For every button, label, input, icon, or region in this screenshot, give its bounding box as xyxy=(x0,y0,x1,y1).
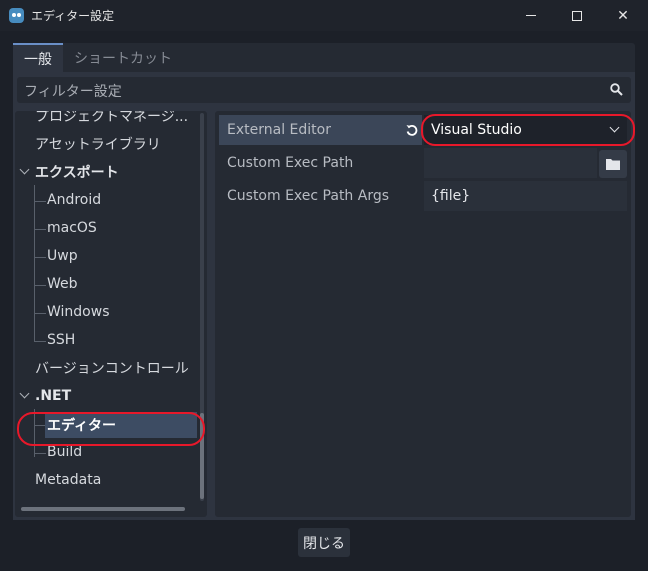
maximize-button[interactable] xyxy=(554,0,600,31)
tree-item-android[interactable]: Android xyxy=(47,187,101,213)
property-label: Custom Exec Path xyxy=(227,155,354,171)
settings-dialog: 一般 ショートカット フィルター設定 プロジェクトマネージ... アセットライブ… xyxy=(0,31,648,571)
main-frame: 一般 ショートカット フィルター設定 プロジェクトマネージ... アセットライブ… xyxy=(13,43,635,520)
settings-tree[interactable]: プロジェクトマネージ... アセットライブラリ エクスポート Android m… xyxy=(15,111,207,517)
title-bar: エディター設定 ✕ xyxy=(0,0,648,31)
tree-item-label: .NET xyxy=(35,388,72,404)
tree-item-metadata[interactable]: Metadata xyxy=(35,467,101,493)
folder-icon xyxy=(606,159,620,170)
tree-item-web[interactable]: Web xyxy=(47,271,78,297)
tab-general[interactable]: 一般 xyxy=(13,43,63,72)
tree-guide-line xyxy=(34,185,35,341)
chevron-down-icon[interactable] xyxy=(19,388,30,399)
property-inspector: External Editor Visual Studio Custom Exe… xyxy=(215,111,631,517)
maximize-icon xyxy=(572,10,582,21)
tree-guide-line xyxy=(34,285,46,286)
minimize-icon xyxy=(526,15,536,16)
external-editor-dropdown[interactable]: Visual Studio xyxy=(424,115,627,145)
tab-panel: フィルター設定 プロジェクトマネージ... アセットライブラリ エクスポート A… xyxy=(13,72,635,520)
tree-horizontal-scrollbar[interactable] xyxy=(21,507,185,511)
tab-shortcuts[interactable]: ショートカット xyxy=(63,43,183,72)
chevron-down-icon xyxy=(609,122,620,133)
tree-guide-line xyxy=(34,229,46,230)
tree-item-editor[interactable]: エディター xyxy=(45,412,197,438)
filter-settings-input[interactable]: フィルター設定 xyxy=(17,77,631,103)
property-row-custom-exec-path: Custom Exec Path xyxy=(219,148,627,178)
tab-bar: 一般 ショートカット xyxy=(13,43,635,72)
tree-item-macos[interactable]: macOS xyxy=(47,215,97,241)
close-icon: ✕ xyxy=(617,7,629,24)
tree-item-version-control[interactable]: バージョンコントロール xyxy=(35,355,189,381)
close-button[interactable]: 閉じる xyxy=(298,528,350,557)
tree-guide-line xyxy=(34,341,46,342)
search-icon xyxy=(610,83,623,96)
tree-item-asset-library[interactable]: アセットライブラリ xyxy=(35,131,161,157)
tree-item-build[interactable]: Build xyxy=(47,439,82,465)
tree-item-project-manager[interactable]: プロジェクトマネージ... xyxy=(35,111,188,129)
property-row-external-editor: External Editor Visual Studio xyxy=(219,115,627,145)
custom-exec-path-args-input[interactable]: {file} xyxy=(424,181,627,211)
tree-item-uwp[interactable]: Uwp xyxy=(47,243,78,269)
tree-item-label: エクスポート xyxy=(35,165,119,181)
filter-placeholder: フィルター設定 xyxy=(24,84,122,100)
property-row-custom-exec-path-args: Custom Exec Path Args {file} xyxy=(219,181,627,211)
tree-vertical-scrollbar-thumb[interactable] xyxy=(200,413,204,499)
custom-exec-path-input[interactable] xyxy=(424,148,597,178)
tree-guide-line xyxy=(34,201,46,202)
godot-icon xyxy=(9,8,24,23)
property-label: Custom Exec Path Args xyxy=(227,188,390,204)
tree-item-dotnet[interactable]: .NET xyxy=(19,383,72,409)
tree-guide-line xyxy=(34,257,46,258)
property-label: External Editor xyxy=(219,115,422,145)
tree-item-ssh[interactable]: SSH xyxy=(47,327,75,353)
window-close-button[interactable]: ✕ xyxy=(600,0,646,31)
chevron-down-icon[interactable] xyxy=(19,164,30,175)
revert-icon[interactable] xyxy=(405,123,419,137)
tree-guide-line xyxy=(34,409,35,457)
tree-item-windows[interactable]: Windows xyxy=(47,299,110,325)
window-title: エディター設定 xyxy=(31,9,115,23)
browse-folder-button[interactable] xyxy=(599,150,627,178)
tree-item-export[interactable]: エクスポート xyxy=(19,159,119,185)
tree-guide-line xyxy=(34,313,46,314)
minimize-button[interactable] xyxy=(508,0,554,31)
tree-guide-line xyxy=(34,453,46,454)
dropdown-value: Visual Studio xyxy=(431,122,522,138)
